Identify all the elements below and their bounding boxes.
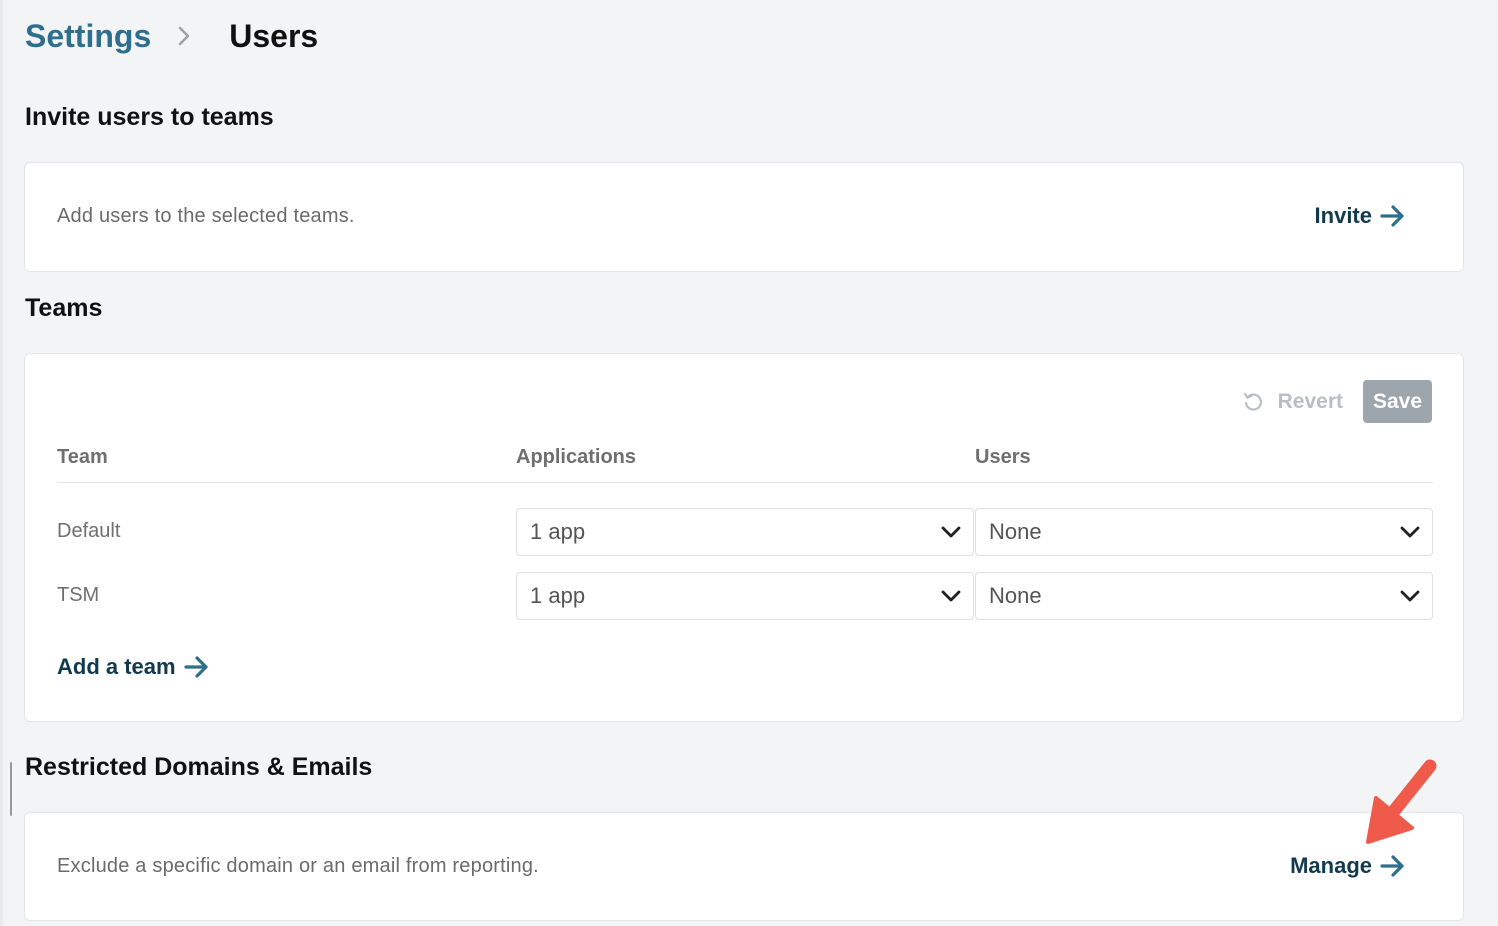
teams-section-title: Teams (25, 294, 103, 322)
invite-card: Add users to the selected teams. Invite (24, 162, 1464, 272)
applications-select-default[interactable]: 1 app (516, 508, 974, 556)
invite-label: Invite (1314, 203, 1372, 228)
column-header-users: Users (975, 446, 1031, 468)
restricted-card: Exclude a specific domain or an email fr… (24, 812, 1464, 921)
restricted-section-title: Restricted Domains & Emails (25, 753, 373, 781)
manage-button[interactable]: Manage (1290, 853, 1406, 879)
revert-label: Revert (1277, 389, 1343, 413)
users-settings-page: Settings Users Invite users to teams Add… (0, 0, 1498, 926)
teams-card: Revert Save Team Applications Users Defa… (24, 353, 1464, 722)
chevron-right-icon (165, 17, 203, 55)
applications-select-tsm[interactable]: 1 app (516, 572, 974, 620)
chevron-down-icon (1400, 590, 1420, 602)
arrow-right-icon (183, 656, 208, 678)
save-button[interactable]: Save (1363, 380, 1432, 423)
users-value: None (989, 519, 1042, 544)
page-title: Users (229, 17, 319, 54)
chevron-down-icon (1400, 526, 1420, 538)
users-select-tsm[interactable]: None (975, 572, 1433, 620)
revert-icon (1243, 392, 1262, 411)
users-select-default[interactable]: None (975, 508, 1433, 556)
arrow-right-icon (1380, 205, 1404, 227)
arrow-right-icon (1380, 855, 1404, 877)
users-value: None (989, 583, 1042, 608)
invite-section-title: Invite users to teams (25, 103, 274, 131)
header-divider (57, 482, 1433, 483)
invite-button[interactable]: Invite (1315, 203, 1406, 229)
add-team-label: Add a team (57, 654, 176, 679)
manage-label: Manage (1290, 853, 1372, 878)
chevron-down-icon (941, 590, 961, 602)
applications-value: 1 app (530, 583, 586, 608)
column-header-applications: Applications (516, 446, 637, 468)
team-name-default: Default (57, 520, 121, 542)
breadcrumb: Settings Users (25, 16, 318, 56)
applications-value: 1 app (530, 519, 586, 544)
annotation-arrow-icon (1366, 759, 1437, 844)
revert-button[interactable]: Revert (1242, 390, 1343, 414)
team-name-tsm: TSM (57, 584, 100, 606)
restricted-description: Exclude a specific domain or an email fr… (57, 855, 539, 877)
teams-toolbar: Revert Save (1242, 380, 1432, 423)
invite-description: Add users to the selected teams. (57, 205, 355, 227)
breadcrumb-settings-link[interactable]: Settings (25, 18, 151, 55)
column-header-team: Team (57, 446, 108, 468)
sidebar-edge (0, 0, 3, 926)
scrollbar-thumb[interactable] (10, 762, 12, 816)
chevron-down-icon (941, 526, 961, 538)
add-team-button[interactable]: Add a team (57, 654, 210, 680)
